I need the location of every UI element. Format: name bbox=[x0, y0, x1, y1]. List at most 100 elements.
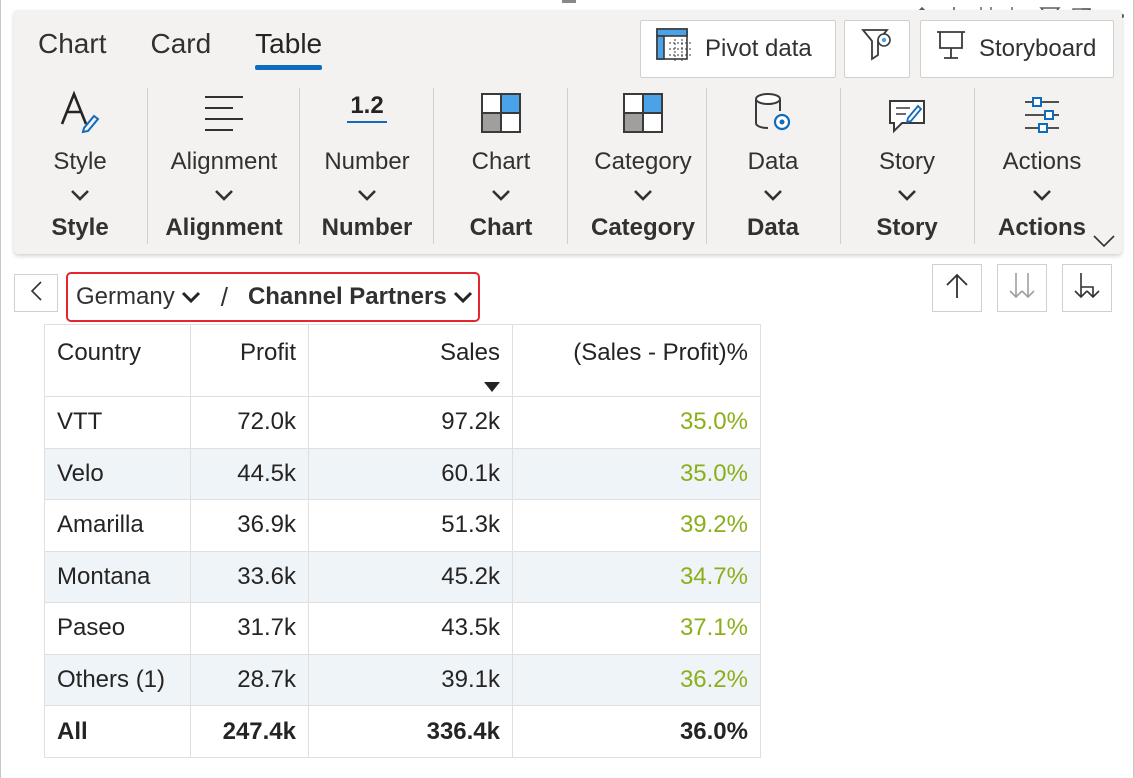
group-alignment-label: Alignment bbox=[170, 148, 278, 175]
group-style[interactable]: Style Style bbox=[34, 84, 126, 246]
cell-country: Paseo bbox=[44, 602, 191, 655]
total-label: All bbox=[44, 705, 191, 758]
chevron-down-icon bbox=[357, 180, 377, 210]
group-data-label: Data bbox=[747, 148, 799, 175]
group-story[interactable]: Story Story bbox=[854, 84, 960, 246]
cell-sales: 97.2k bbox=[308, 396, 513, 449]
table-row[interactable]: Others (1) 28.7k 39.1k 36.2% bbox=[44, 653, 761, 706]
filter-settings-button[interactable] bbox=[844, 20, 910, 78]
database-gear-icon bbox=[752, 84, 794, 134]
cell-sales: 45.2k bbox=[308, 550, 513, 603]
drill-up-button[interactable] bbox=[932, 264, 982, 312]
group-style-label: Style bbox=[53, 148, 107, 175]
cell-variance: 36.2% bbox=[512, 653, 761, 706]
cell-profit: 33.6k bbox=[190, 550, 309, 603]
group-number-label: Number bbox=[324, 148, 410, 175]
group-divider bbox=[147, 88, 148, 244]
table-row[interactable]: Montana 33.6k 45.2k 34.7% bbox=[44, 550, 761, 603]
arrow-up-icon bbox=[944, 272, 970, 305]
expand-down-icon bbox=[1073, 271, 1101, 306]
breadcrumb-level-2[interactable]: Channel Partners bbox=[248, 283, 447, 311]
cell-country: Velo bbox=[44, 447, 191, 500]
cell-profit: 72.0k bbox=[190, 396, 309, 449]
chevron-down-icon bbox=[214, 180, 234, 210]
number-format-sample: 1.2 bbox=[350, 92, 384, 119]
cell-sales: 39.1k bbox=[308, 653, 513, 706]
double-arrow-down-icon bbox=[1008, 271, 1036, 306]
chevron-left-icon bbox=[29, 280, 43, 307]
chevron-down-icon[interactable] bbox=[453, 283, 473, 311]
group-data-name: Data bbox=[746, 214, 800, 241]
total-sales: 336.4k bbox=[308, 705, 513, 758]
resize-handle[interactable] bbox=[562, 0, 576, 3]
group-alignment[interactable]: Alignment Alignment bbox=[160, 84, 288, 246]
breadcrumb-separator: / bbox=[220, 281, 228, 312]
sort-descending-icon bbox=[321, 371, 500, 392]
next-level-button[interactable] bbox=[997, 264, 1047, 312]
ribbon: Chart Card Table Pivot data Storyboard S… bbox=[14, 10, 1122, 254]
pivot-table-icon bbox=[655, 27, 693, 72]
pivot-data-button[interactable]: Pivot data bbox=[640, 20, 836, 78]
chevron-down-icon bbox=[1032, 180, 1052, 210]
cell-variance: 37.1% bbox=[512, 602, 761, 655]
column-header-profit[interactable]: Profit bbox=[190, 324, 309, 397]
total-profit: 247.4k bbox=[190, 705, 309, 758]
cell-variance: 35.0% bbox=[512, 396, 761, 449]
group-divider bbox=[974, 88, 975, 244]
breadcrumb: Germany / Channel Partners bbox=[66, 272, 480, 322]
cell-variance: 39.2% bbox=[512, 499, 761, 552]
group-divider bbox=[706, 88, 707, 244]
storyboard-icon bbox=[935, 28, 967, 71]
cell-variance: 35.0% bbox=[512, 447, 761, 500]
column-header-country[interactable]: Country bbox=[44, 324, 191, 397]
grid-chart-icon bbox=[480, 84, 522, 134]
group-category-name: Category bbox=[590, 214, 696, 241]
group-divider bbox=[567, 88, 568, 244]
ribbon-groups: Style Style Alignment Alignment 1.2 Numb… bbox=[14, 84, 1122, 252]
group-chart[interactable]: Chart Chart bbox=[446, 84, 556, 246]
table-row[interactable]: Paseo 31.7k 43.5k 37.1% bbox=[44, 602, 761, 655]
column-header-sales[interactable]: Sales bbox=[308, 324, 513, 397]
expand-next-level-button[interactable] bbox=[1062, 264, 1112, 312]
table-row[interactable]: VTT 72.0k 97.2k 35.0% bbox=[44, 396, 761, 449]
column-header-variance[interactable]: (Sales - Profit)% bbox=[512, 324, 761, 397]
back-button[interactable] bbox=[14, 274, 58, 312]
tab-table[interactable]: Table bbox=[255, 28, 322, 70]
group-chart-name: Chart bbox=[469, 214, 533, 241]
group-divider bbox=[433, 88, 434, 244]
group-category[interactable]: Category Category bbox=[580, 84, 706, 246]
group-number-name: Number bbox=[321, 214, 413, 241]
cell-variance: 34.7% bbox=[512, 550, 761, 603]
comment-edit-icon bbox=[888, 84, 926, 134]
storyboard-button[interactable]: Storyboard bbox=[920, 20, 1114, 78]
group-actions-label: Actions bbox=[1002, 148, 1082, 175]
cell-profit: 44.5k bbox=[190, 447, 309, 500]
pivot-data-label: Pivot data bbox=[705, 35, 812, 62]
tab-card[interactable]: Card bbox=[150, 28, 211, 70]
filter-gear-icon bbox=[860, 26, 894, 73]
column-header-sales-label: Sales bbox=[439, 339, 500, 366]
breadcrumb-level-1[interactable]: Germany bbox=[76, 283, 175, 311]
group-number[interactable]: 1.2 Number Number bbox=[312, 84, 422, 246]
group-category-label: Category bbox=[594, 148, 692, 175]
cell-profit: 28.7k bbox=[190, 653, 309, 706]
table-total-row: All 247.4k 336.4k 36.0% bbox=[44, 705, 761, 758]
cell-country: Others (1) bbox=[44, 653, 191, 706]
expand-ribbon-icon[interactable] bbox=[1092, 234, 1116, 253]
ribbon-tabs: Chart Card Table bbox=[38, 28, 322, 70]
cell-sales: 51.3k bbox=[308, 499, 513, 552]
tab-chart[interactable]: Chart bbox=[38, 28, 106, 70]
chevron-down-icon bbox=[633, 180, 653, 210]
chevron-down-icon[interactable] bbox=[181, 283, 201, 311]
total-variance: 36.0% bbox=[512, 705, 761, 758]
chevron-down-icon bbox=[70, 180, 90, 210]
cell-profit: 31.7k bbox=[190, 602, 309, 655]
cell-country: Montana bbox=[44, 550, 191, 603]
table-row[interactable]: Velo 44.5k 60.1k 35.0% bbox=[44, 447, 761, 500]
cell-sales: 60.1k bbox=[308, 447, 513, 500]
style-pen-icon bbox=[58, 84, 102, 134]
cell-country: VTT bbox=[44, 396, 191, 449]
table-row[interactable]: Amarilla 36.9k 51.3k 39.2% bbox=[44, 499, 761, 552]
group-data[interactable]: Data Data bbox=[720, 84, 826, 246]
group-actions[interactable]: Actions Actions bbox=[990, 84, 1094, 246]
